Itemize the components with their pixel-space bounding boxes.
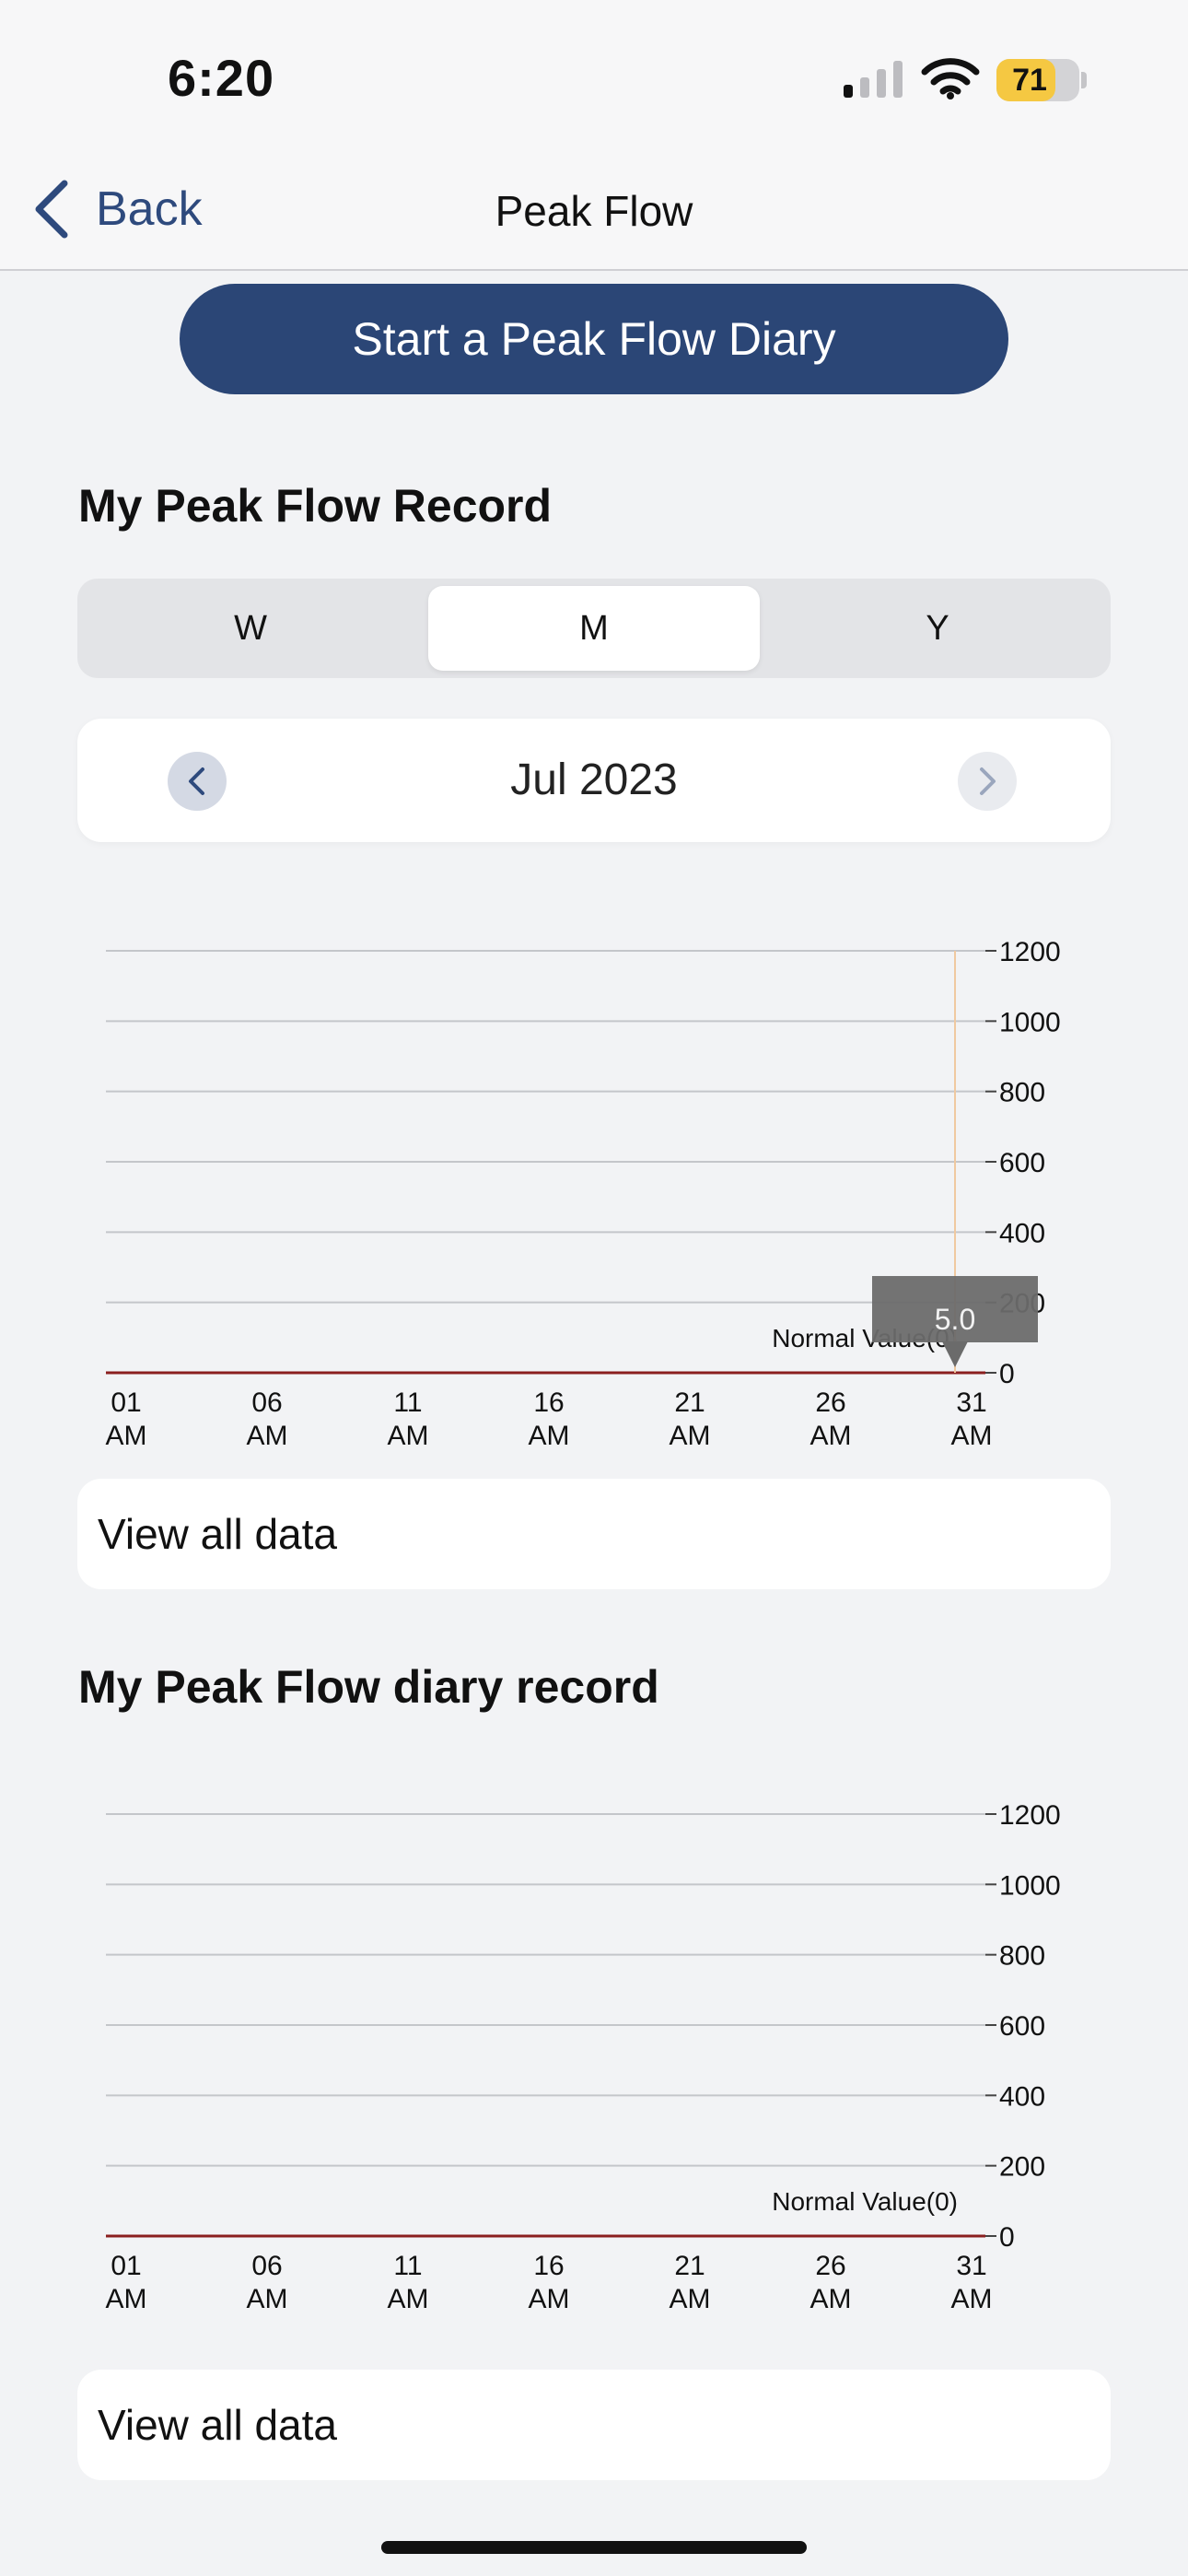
y-tick-label: 200 [999, 2152, 1045, 2183]
tooltip-pointer [942, 1341, 968, 1367]
month-navigator: Jul 2023 [77, 719, 1111, 842]
peak-flow-record-chart: 120010008006004002000Normal Value(0)01AM… [0, 921, 1188, 1474]
view-all-data-label: View all data [98, 1510, 337, 1558]
x-tick-label: 16 AM [529, 1388, 570, 1451]
diary-section-title: My Peak Flow diary record [78, 1661, 659, 1713]
status-time: 6:20 [168, 49, 275, 107]
y-tick-label: 1200 [999, 937, 1061, 967]
period-segmented-control: W M Y [77, 579, 1111, 678]
view-all-diary-data-label: View all data [98, 2401, 337, 2449]
peak-flow-diary-chart-svg: 1200 1000 800 600 400 200 0 Normal Value(0) 01 AM… [106, 1800, 1061, 2314]
home-indicator [381, 2541, 807, 2554]
x-tick-label: 06 AM [247, 1388, 288, 1451]
month-label: Jul 2023 [510, 755, 678, 804]
segment-year[interactable]: Y [772, 586, 1103, 671]
peak-flow-diary-chart: 1200 1000 800 600 400 200 0 Normal Value(0) 01 AM… [0, 1785, 1188, 2337]
start-diary-button[interactable]: Start a Peak Flow Diary [180, 284, 1008, 394]
x-tick-label: 26 AM [810, 2251, 852, 2314]
next-month-button[interactable] [958, 752, 1017, 811]
navigation-bar: Back Peak Flow [0, 157, 1188, 271]
y-tick-label: 800 [999, 1078, 1045, 1108]
battery-cap [1081, 72, 1087, 88]
value-tooltip: 5.0 [872, 1276, 1038, 1367]
tooltip-value: 5.0 [935, 1303, 975, 1336]
previous-month-button[interactable] [168, 752, 227, 811]
chevron-right-icon [980, 767, 996, 795]
y-tick-label: 800 [999, 1941, 1045, 1972]
segment-week[interactable]: W [85, 586, 416, 671]
wifi-icon [921, 58, 980, 100]
y-tick-label: 1000 [999, 1007, 1061, 1037]
battery-percent: 71 [1012, 63, 1047, 98]
y-tick-label: 1200 [999, 1800, 1061, 1831]
y-tick-label: 0 [999, 2222, 1015, 2253]
x-tick-label: 31 AM [951, 2251, 993, 2314]
x-tick-label: 31 AM [951, 1388, 993, 1451]
x-tick-label: 11 AM [388, 2251, 429, 2314]
segment-month[interactable]: M [428, 586, 760, 671]
y-tick-label: 1000 [999, 1870, 1061, 1901]
x-tick-label: 21 AM [670, 1388, 711, 1451]
peak-flow-record-chart-svg: 120010008006004002000Normal Value(0)01AM… [106, 937, 1061, 1451]
battery-icon: 71 [996, 59, 1079, 101]
view-all-data-button[interactable]: View all data [77, 1479, 1111, 1589]
cellular-signal-icon [844, 61, 903, 98]
x-tick-label: 06 AM [247, 2251, 288, 2314]
x-tick-label: 26 AM [810, 1388, 852, 1451]
page-title: Peak Flow [495, 187, 693, 235]
y-tick-label: 600 [999, 2011, 1045, 2042]
x-tick-label: 21 AM [670, 2251, 711, 2314]
chevron-left-icon [189, 767, 204, 795]
x-tick-label: 01 AM [106, 1388, 147, 1451]
y-tick-label: 400 [999, 1218, 1045, 1248]
x-tick-label: 01 AM [106, 2251, 147, 2314]
view-all-diary-data-button[interactable]: View all data [77, 2370, 1111, 2480]
normal-value-label: Normal Value(0) [772, 2187, 958, 2216]
x-tick-label: 11 AM [388, 1388, 429, 1451]
record-section-title: My Peak Flow Record [78, 480, 553, 532]
y-tick-label: 400 [999, 2081, 1045, 2112]
status-bar: 6:20 71 [0, 0, 1188, 157]
x-tick-label: 16 AM [529, 2251, 570, 2314]
y-tick-label: 600 [999, 1148, 1045, 1178]
y-tick-label: 0 [999, 1359, 1015, 1389]
